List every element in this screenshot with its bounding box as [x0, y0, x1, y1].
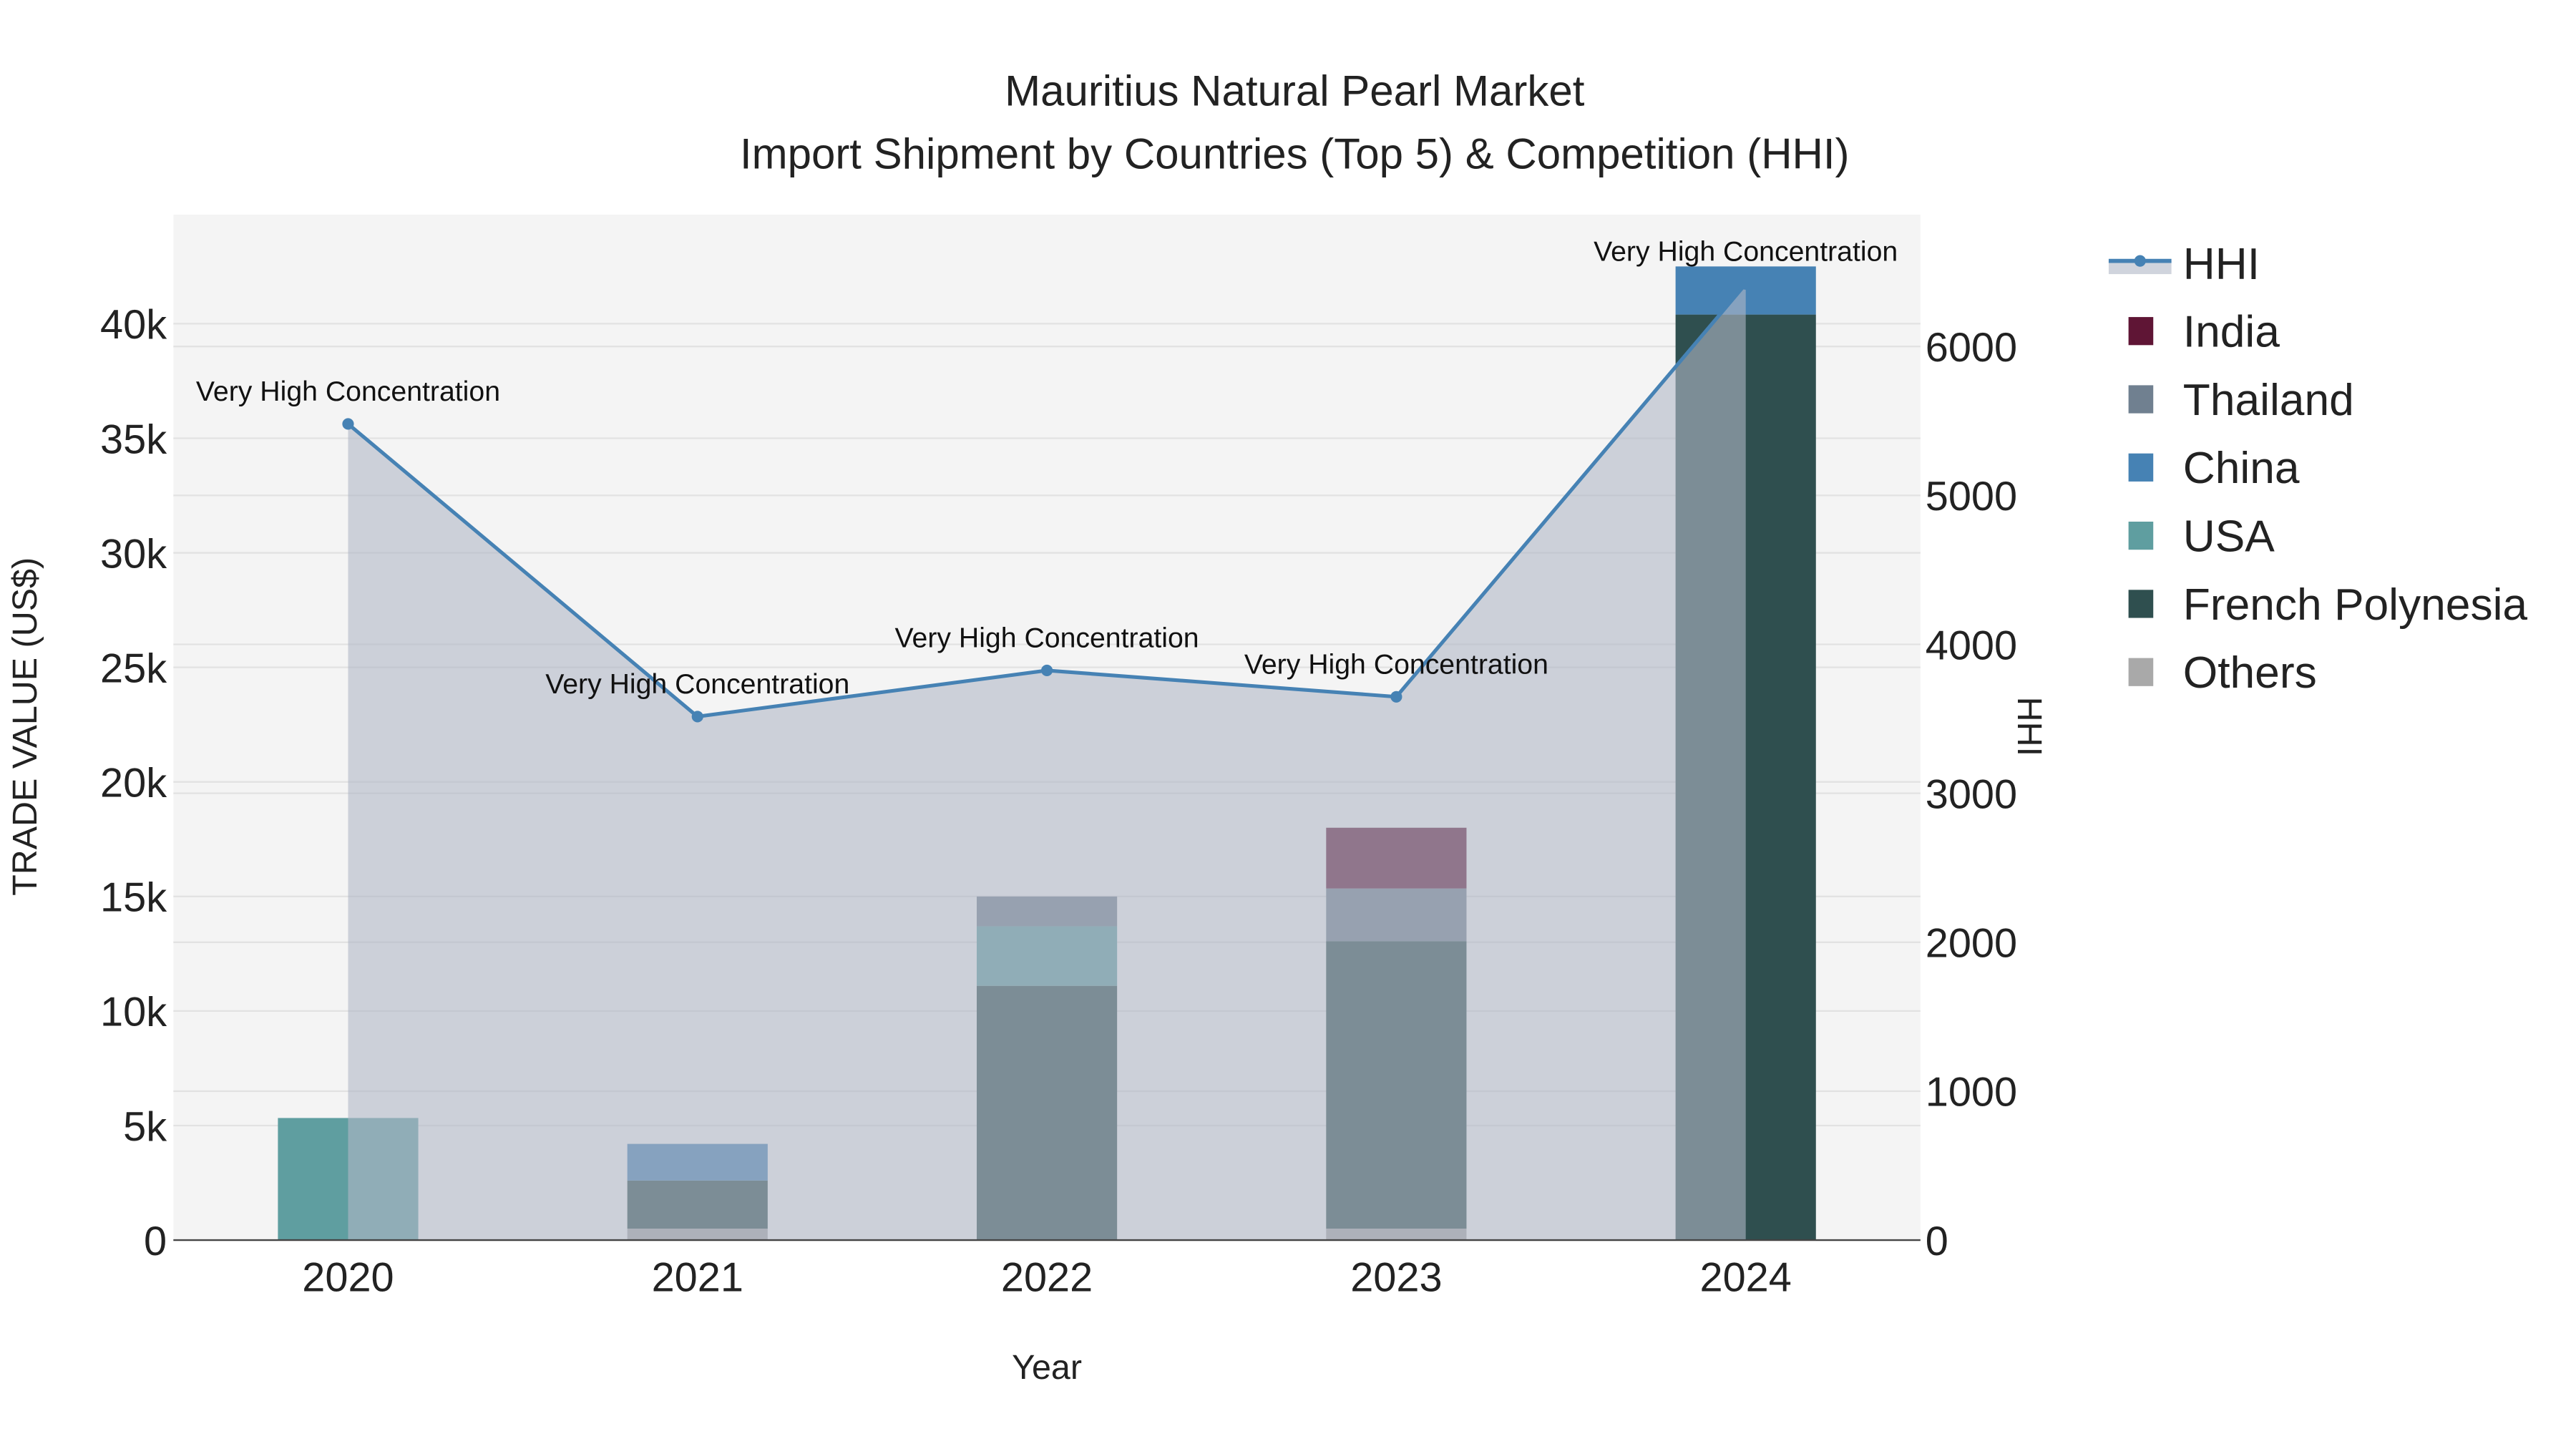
- y-tick-label: 40k: [100, 302, 167, 348]
- y2-tick-label: 2000: [1926, 921, 2017, 967]
- y-tick-label: 25k: [100, 645, 167, 691]
- x-tick-label: 2022: [1001, 1255, 1093, 1301]
- y2-tick-label: 0: [1926, 1219, 1948, 1264]
- legend-label-thailand: Thailand: [2183, 376, 2354, 425]
- legend-hhi-marker-icon: [2134, 255, 2146, 267]
- y2-tick-label: 3000: [1926, 771, 2017, 817]
- x-tick-label: 2020: [302, 1255, 394, 1301]
- legend-swatch-others: [2128, 658, 2154, 686]
- y-tick-label: 15k: [100, 875, 167, 921]
- hhi-point: [342, 418, 354, 430]
- y2-tick-label: 4000: [1926, 623, 2017, 668]
- legend-label-french-polynesia: French Polynesia: [2183, 580, 2528, 630]
- y2-axis-title: HHI: [2010, 697, 2049, 756]
- hhi-annotation: Very High Concentration: [895, 623, 1199, 654]
- hhi-annotation: Very High Concentration: [196, 376, 500, 407]
- legend-swatch-india: [2128, 317, 2154, 346]
- y2-tick-label: 5000: [1926, 474, 2017, 519]
- y-axis-title: TRADE VALUE (US$): [6, 557, 44, 896]
- x-axis-title: Year: [1012, 1348, 1082, 1387]
- legend-label-usa: USA: [2183, 512, 2275, 562]
- bar-china: [1675, 266, 1816, 315]
- y-tick-label: 5k: [123, 1104, 167, 1150]
- y2-tick-label: 1000: [1926, 1070, 2017, 1116]
- hhi-point: [1390, 691, 1402, 703]
- legend-label-hhi: HHI: [2183, 240, 2260, 289]
- hhi-point: [1041, 664, 1053, 676]
- x-tick-label: 2021: [652, 1255, 743, 1301]
- chart: Very High Concentration Very High Concent…: [0, 0, 2576, 1449]
- y-tick-label: 0: [144, 1219, 167, 1264]
- legend-swatch-china: [2128, 453, 2154, 482]
- hhi-point: [1740, 278, 1752, 290]
- y-tick-label: 20k: [100, 761, 167, 806]
- hhi-annotation: Very High Concentration: [1594, 235, 1898, 267]
- y-tick-label: 10k: [100, 990, 167, 1035]
- chart-title: Mauritius Natural Pearl Market: [1005, 67, 1585, 115]
- legend-swatch-usa: [2128, 522, 2154, 550]
- chart-subtitle: Import Shipment by Countries (Top 5) & C…: [740, 130, 1850, 177]
- hhi-point: [691, 711, 703, 723]
- legend-swatch-french-polynesia: [2128, 590, 2154, 618]
- y-tick-label: 30k: [100, 531, 167, 577]
- legend-label-others: Others: [2183, 648, 2317, 698]
- legend-label-india: India: [2183, 308, 2280, 357]
- x-tick-label: 2023: [1350, 1255, 1442, 1301]
- y-tick-label: 35k: [100, 416, 167, 462]
- hhi-annotation: Very High Concentration: [1244, 648, 1548, 680]
- hhi-annotation: Very High Concentration: [545, 668, 849, 700]
- legend-label-china: China: [2183, 444, 2300, 493]
- legend-swatch-thailand: [2128, 385, 2154, 414]
- y2-tick-label: 6000: [1926, 325, 2017, 371]
- x-tick-label: 2024: [1700, 1255, 1792, 1301]
